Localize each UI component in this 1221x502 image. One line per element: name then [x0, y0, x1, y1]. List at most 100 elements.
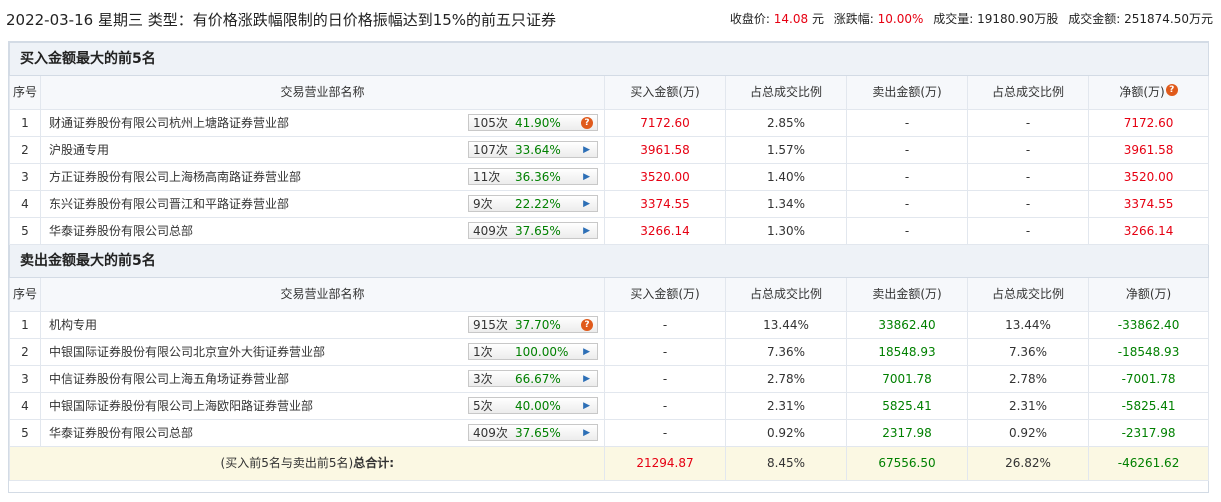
branch-stats-chip[interactable]: 915次 37.70%?: [468, 316, 598, 333]
branch-name[interactable]: 中银国际证券股份有限公司北京宣外大街证券营业部: [49, 340, 325, 365]
column-header: 交易营业部名称: [40, 277, 605, 312]
page-title: 2022-03-16 星期三 类型：有价格涨跌幅限制的日价格振幅达到15%的前五…: [6, 11, 557, 29]
question-icon[interactable]: ?: [581, 319, 593, 331]
branch-stats-chip[interactable]: 409次 37.65% ▶: [468, 424, 598, 441]
table-row: 3 中信证券股份有限公司上海五角场证券营业部 3次 66.67% ▶ -2.78% 7001…: [9, 365, 1210, 393]
branch-stats-chip[interactable]: 409次 37.65% ▶: [468, 222, 598, 239]
question-icon[interactable]: ?: [581, 117, 593, 129]
buy-ratio: 1.57%: [725, 136, 847, 164]
row-number: 3: [9, 365, 41, 393]
sell-amount: -: [846, 190, 968, 218]
column-header: 净额(万): [1087, 277, 1210, 312]
branch-name[interactable]: 中信证券股份有限公司上海五角场证券营业部: [49, 367, 289, 392]
net-amount: 3520.00: [1087, 163, 1210, 191]
sell-ratio: -: [967, 136, 1089, 164]
column-header: 序号: [9, 75, 41, 110]
branch-wrap: 财通证券股份有限公司杭州上塘路证券营业部 105次 41.90%?: [49, 111, 604, 136]
total-sell: 67556.50: [846, 446, 968, 481]
total-label: (买入前5名与卖出前5名)总合计:: [9, 446, 605, 481]
total-buy-ratio: 8.45%: [725, 446, 847, 481]
win-rate: 100.00%: [515, 345, 569, 359]
column-header: 买入金额(万): [604, 75, 726, 110]
branch-stats-chip[interactable]: 5次 40.00% ▶: [468, 397, 598, 414]
net-amount: -2317.98: [1087, 419, 1210, 447]
branch-cell: 中信证券股份有限公司上海五角场证券营业部 3次 66.67% ▶: [40, 365, 605, 393]
column-header: 占总成交比例: [967, 75, 1089, 110]
table-row: 2 中银国际证券股份有限公司北京宣外大街证券营业部 1次 100.00% ▶ -7.36%…: [9, 338, 1210, 366]
branch-wrap: 沪股通专用 107次 33.64% ▶: [49, 138, 604, 163]
branch-cell: 东兴证券股份有限公司晋江和平路证券营业部 9次 22.22% ▶: [40, 190, 605, 218]
column-header-label: 买入金额(万): [630, 287, 700, 301]
play-arrow-icon[interactable]: ▶: [583, 371, 590, 388]
sell-amount: 33862.40: [846, 311, 968, 339]
branch-name[interactable]: 方正证券股份有限公司上海杨高南路证券营业部: [49, 165, 301, 190]
branch-stats-chip[interactable]: 3次 66.67% ▶: [468, 370, 598, 387]
row-number: 5: [9, 419, 41, 447]
buy-ratio: 2.78%: [725, 365, 847, 393]
sell-ratio: 2.31%: [967, 392, 1089, 420]
branch-cell: 中银国际证券股份有限公司上海欧阳路证券营业部 5次 40.00% ▶: [40, 392, 605, 420]
volume-value: 19180.90万股: [977, 12, 1059, 26]
play-arrow-icon[interactable]: ▶: [583, 398, 590, 415]
play-arrow-icon[interactable]: ▶: [583, 344, 590, 361]
sell_section-title-row: 卖出金额最大的前5名: [8, 244, 1210, 278]
buy-ratio: 13.44%: [725, 311, 847, 339]
branch-wrap: 华泰证券股份有限公司总部 409次 37.65% ▶: [49, 421, 604, 446]
buy-amount: 3266.14: [604, 217, 726, 245]
win-rate: 41.90%: [515, 116, 561, 130]
branch-name[interactable]: 华泰证券股份有限公司总部: [49, 219, 193, 244]
buy-amount: -: [604, 419, 726, 447]
buy_section-header-row: 序号 交易营业部名称 买入金额(万) 占总成交比例 卖出金额(万) 占总成交比例 净额(万)…: [9, 75, 1210, 110]
row-number: 1: [9, 109, 41, 137]
buy-ratio: 7.36%: [725, 338, 847, 366]
help-icon[interactable]: ?: [1165, 84, 1178, 96]
play-arrow-icon[interactable]: ▶: [583, 169, 590, 186]
total-net: -46261.62: [1087, 446, 1210, 481]
play-arrow-icon[interactable]: ▶: [583, 223, 590, 240]
buy-amount: 3961.58: [604, 136, 726, 164]
buy-amount: -: [604, 338, 726, 366]
column-header: 卖出金额(万): [846, 75, 968, 110]
buy-amount: -: [604, 365, 726, 393]
net-amount: -18548.93: [1087, 338, 1210, 366]
win-rate: 37.70%: [515, 318, 561, 332]
net-amount: 3266.14: [1087, 217, 1210, 245]
net-amount: -7001.78: [1087, 365, 1210, 393]
change-label: 涨跌幅:: [833, 12, 874, 26]
branch-name[interactable]: 沪股通专用: [49, 138, 109, 163]
branch-stats-chip[interactable]: 1次 100.00% ▶: [468, 343, 598, 360]
column-header-label: 序号: [12, 287, 37, 301]
buy-ratio: 1.40%: [725, 163, 847, 191]
branch-stats-chip[interactable]: 107次 33.64% ▶: [468, 141, 598, 158]
branch-cell: 中银国际证券股份有限公司北京宣外大街证券营业部 1次 100.00% ▶: [40, 338, 605, 366]
total-buy: 21294.87: [604, 446, 726, 481]
column-header-label: 净额(万): [1119, 85, 1165, 99]
sell-ratio: -: [967, 109, 1089, 137]
row-number: 1: [9, 311, 41, 339]
buy-amount: -: [604, 392, 726, 420]
branch-stats-chip[interactable]: 9次 22.22% ▶: [468, 195, 598, 212]
branch-name[interactable]: 财通证券股份有限公司杭州上塘路证券营业部: [49, 111, 289, 136]
sell-ratio: 13.44%: [967, 311, 1089, 339]
branch-stats-chip[interactable]: 105次 41.90%?: [468, 114, 598, 131]
column-header-label: 占总成交比例: [991, 287, 1064, 301]
branch-name[interactable]: 华泰证券股份有限公司总部: [49, 421, 193, 446]
appearance-count: 5次: [473, 399, 493, 413]
column-header-label: 卖出金额(万): [872, 287, 942, 301]
total-sell-ratio: 26.82%: [967, 446, 1089, 481]
branch-cell: 方正证券股份有限公司上海杨高南路证券营业部 11次 36.36% ▶: [40, 163, 605, 191]
win-rate: 36.36%: [515, 170, 561, 184]
branch-name[interactable]: 东兴证券股份有限公司晋江和平路证券营业部: [49, 192, 289, 217]
play-arrow-icon[interactable]: ▶: [583, 196, 590, 213]
play-arrow-icon[interactable]: ▶: [583, 142, 590, 159]
table-row: 1 财通证券股份有限公司杭州上塘路证券营业部 105次 41.90%? 7172.60 2…: [9, 109, 1210, 137]
play-arrow-icon[interactable]: ▶: [583, 425, 590, 442]
amount-value: 251874.50万元: [1124, 12, 1213, 26]
row-number: 2: [9, 136, 41, 164]
appearance-count: 409次: [473, 224, 508, 238]
branch-stats-chip[interactable]: 11次 36.36% ▶: [468, 168, 598, 185]
branch-name[interactable]: 机构专用: [49, 313, 97, 338]
total-row: (买入前5名与卖出前5名)总合计: 21294.87 8.45% 67556.50 26…: [9, 446, 1210, 481]
branch-cell: 沪股通专用 107次 33.64% ▶: [40, 136, 605, 164]
branch-name[interactable]: 中银国际证券股份有限公司上海欧阳路证券营业部: [49, 394, 313, 419]
